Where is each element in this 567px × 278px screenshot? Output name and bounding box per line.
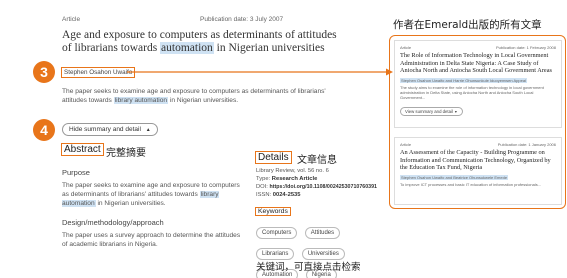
card-authors: Stephen Osahon Uwaifo and Harrie Ohunsun… (400, 77, 556, 83)
card-date: Publication date: 1 January 2006 (497, 142, 556, 147)
view-summary-button[interactable]: View summary and detail ▼ (400, 106, 463, 116)
chevron-down-icon: ▼ (454, 109, 458, 114)
card-snippet: The study aims to examine the role of in… (400, 84, 544, 100)
card-author-highlight[interactable]: Stephen Osahon Uwaifo and Beatrice Ohuns… (400, 174, 509, 180)
related-article-card[interactable]: Article Publication date: 1 January 2006… (394, 137, 562, 205)
card-snippet: To improve ICT processes and basic IT ed… (400, 181, 542, 187)
card-meta-row: Article Publication date: 1 January 2006 (400, 142, 556, 147)
card-author-highlight[interactable]: Stephen Osahon Uwaifo and Harrie Ohunsun… (400, 77, 527, 83)
card-type: Article (400, 45, 412, 50)
card-date: Publication date: 1 February 2008 (495, 45, 556, 50)
card-title-link[interactable]: An Assessment of the Capacity - Building… (400, 149, 556, 172)
card-type: Article (400, 142, 412, 147)
right-panel-heading: 作者在Emerald出版的所有文章 (393, 19, 542, 31)
view-summary-label: View summary and detail (405, 108, 453, 114)
card-authors: Stephen Osahon Uwaifo and Beatrice Ohuns… (400, 174, 556, 180)
related-article-card[interactable]: Article Publication date: 1 February 200… (394, 40, 562, 128)
card-meta-row: Article Publication date: 1 February 200… (400, 45, 556, 50)
card-title-link[interactable]: The Role of Information Technology in Lo… (400, 52, 556, 75)
